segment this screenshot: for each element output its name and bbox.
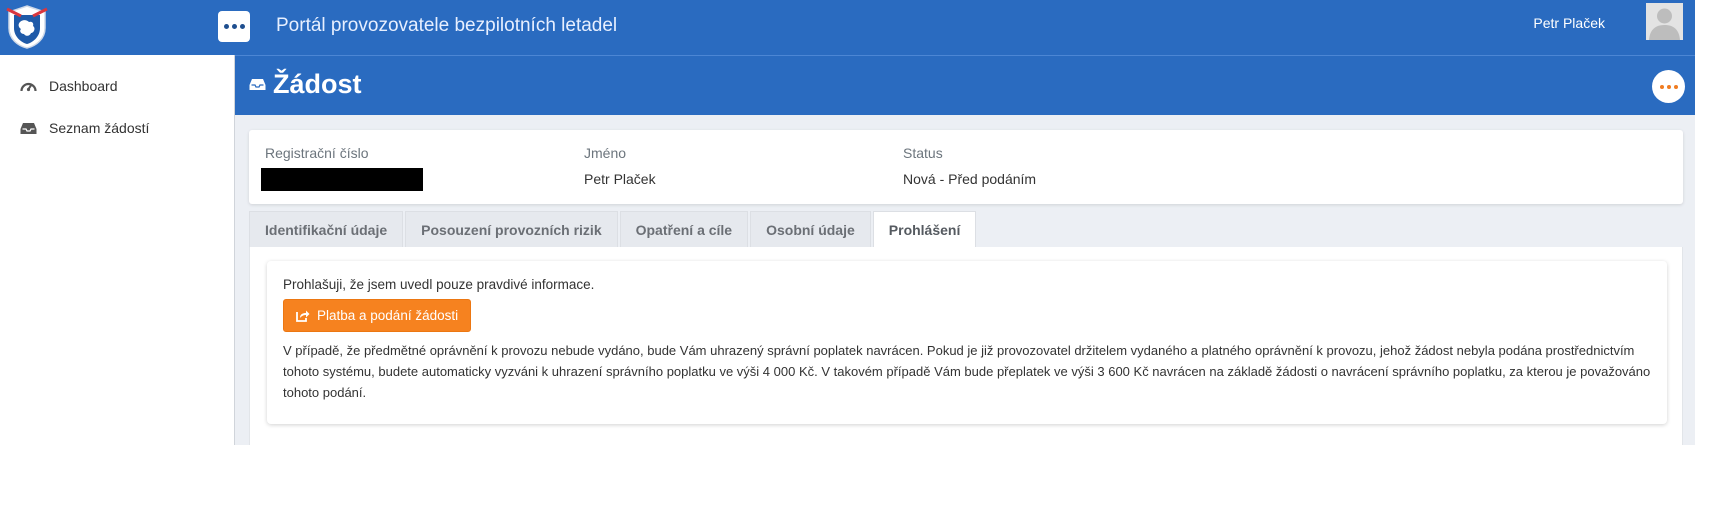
tab-bar: Identifikační údaje Posouzení provozních… [249,211,977,247]
sidebar-item-label: Seznam žádostí [49,120,150,136]
dot-icon [1673,84,1678,89]
fee-refund-note: V případě, že předmětné oprávnění k prov… [283,343,1651,400]
registration-number-label: Registrační číslo [265,145,369,161]
name-label: Jméno [584,145,627,161]
avatar[interactable] [1646,3,1683,40]
tab-declaration[interactable]: Prohlášení [872,211,977,247]
status-field: Status Nová - Před podáním [903,145,1036,187]
declaration-statement: Prohlašuji, že jsem uvedl pouze pravdivé… [283,277,595,292]
dot-icon [223,24,229,29]
menu-toggle-button[interactable] [218,11,250,42]
name-value: Petr Plaček [584,171,656,187]
sidebar: Dashboard Seznam žádostí [0,0,250,445]
dot-icon [231,24,237,29]
top-header: Portál provozovatele bezpilotních letade… [234,0,1695,55]
portal-title: Portál provozovatele bezpilotních letade… [276,15,618,36]
tab-personal-data[interactable]: Osobní údaje [750,211,871,247]
dot-icon [1666,84,1671,89]
user-silhouette-icon [1646,3,1683,40]
status-label: Status [903,145,943,161]
registration-number-redacted [261,168,423,191]
sidebar-nav: Dashboard Seznam žádostí [0,65,234,149]
pay-and-submit-button[interactable]: Platba a podání žádosti [283,299,472,332]
status-value: Nová - Před podáním [903,171,1037,187]
sidebar-item-requests[interactable]: Seznam žádostí [0,107,234,149]
dot-icon [239,24,245,29]
inbox-tray-icon [17,120,39,136]
pay-and-submit-label: Platba a podání žádosti [317,308,459,323]
dot-icon [1659,84,1664,89]
tab-risk-assessment[interactable]: Posouzení provozních rizik [405,211,618,247]
sidebar-item-label: Dashboard [49,78,118,94]
logo-bar [0,0,234,55]
dashboard-gauge-icon [17,78,39,94]
tab-measures-goals[interactable]: Opatření a cíle [619,211,749,247]
declaration-card: Prohlašuji, že jsem uvedl pouze pravdivé… [267,261,1667,424]
user-name[interactable]: Petr Plaček [1533,15,1605,31]
main-content: Žádost Registrační číslo Jméno Petr Plač… [234,55,1695,445]
page-title-text: Žádost [273,69,362,99]
tab-identification[interactable]: Identifikační údaje [249,211,404,247]
request-info-card: Registrační číslo Jméno Petr Plaček Stat… [249,130,1683,204]
sidebar-item-dashboard[interactable]: Dashboard [0,65,234,107]
share-export-icon [296,310,310,322]
name-field: Jméno Petr Plaček [584,145,656,187]
page-header: Žádost [235,55,1695,115]
more-actions-button[interactable] [1652,70,1685,103]
inbox-tray-icon [249,79,266,90]
tab-panel-declaration: Prohlašuji, že jsem uvedl pouze pravdivé… [249,247,1683,445]
logo-emblem-icon[interactable] [5,4,49,50]
app-root: Dashboard Seznam žádostí Portál provozov… [0,0,1715,527]
registration-number-field: Registrační číslo [261,145,423,191]
page-title: Žádost [249,69,362,100]
